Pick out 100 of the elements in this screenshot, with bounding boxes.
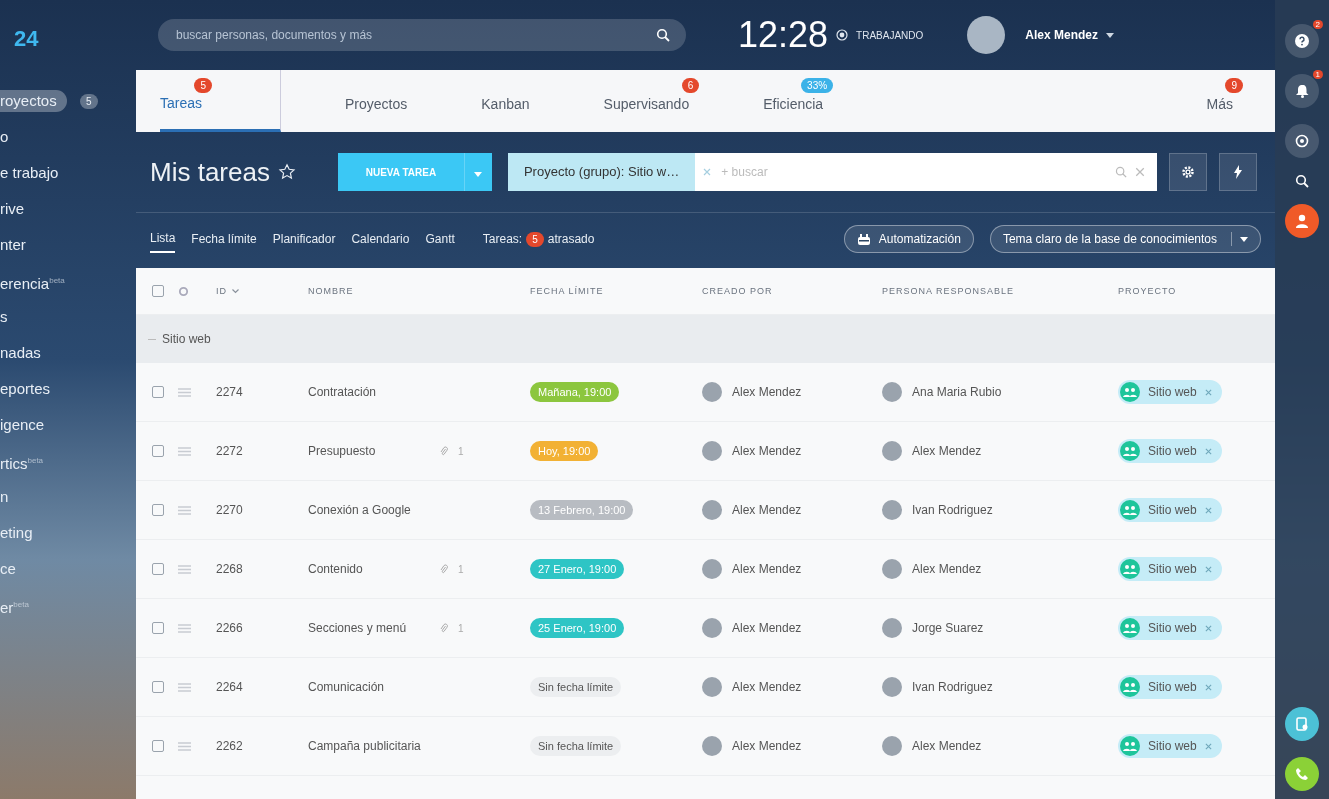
sidebar-item[interactable]: nter xyxy=(0,234,26,256)
close-icon[interactable] xyxy=(1204,565,1212,573)
view-tab[interactable]: Gantt xyxy=(425,226,455,252)
group-header[interactable]: Sitio web xyxy=(136,315,1275,363)
task-name[interactable]: Conexión a Google xyxy=(308,503,430,517)
column-header[interactable]: ID xyxy=(216,286,227,296)
view-tab[interactable]: Fecha límite xyxy=(191,226,257,252)
deadline-badge[interactable]: Sin fecha límite xyxy=(530,677,622,697)
column-header[interactable]: NOMBRE xyxy=(308,286,530,296)
checkbox[interactable] xyxy=(152,386,164,398)
checkbox[interactable] xyxy=(152,445,164,457)
checkbox[interactable] xyxy=(152,504,164,516)
user-avatar[interactable] xyxy=(967,16,1006,54)
project-tag[interactable]: Sitio web xyxy=(1118,616,1222,640)
person-name[interactable]: Jorge Suarez xyxy=(912,621,984,635)
phone-button[interactable] xyxy=(1285,757,1319,791)
close-icon[interactable] xyxy=(1204,388,1212,396)
project-tag[interactable]: Sitio web xyxy=(1118,498,1222,522)
lightning-button[interactable] xyxy=(1219,153,1257,191)
task-name[interactable]: Contenido xyxy=(308,562,430,576)
task-name[interactable]: Comunicación xyxy=(308,680,430,694)
person-name[interactable]: Ivan Rodriguez xyxy=(912,680,993,694)
sidebar-item[interactable]: igence xyxy=(0,414,45,436)
project-tag[interactable]: Sitio web xyxy=(1118,439,1222,463)
task-name[interactable]: Presupuesto xyxy=(308,444,430,458)
tab[interactable]: Proyectos xyxy=(345,70,418,132)
column-header[interactable]: FECHA LÍMITE xyxy=(530,286,702,296)
close-icon[interactable] xyxy=(1204,447,1212,455)
close-icon[interactable] xyxy=(1204,683,1212,691)
column-header[interactable]: PROYECTO xyxy=(1118,286,1275,296)
star-icon[interactable] xyxy=(277,163,296,181)
view-tab[interactable]: Calendario xyxy=(351,226,410,252)
view-tab[interactable]: Planificador xyxy=(272,226,336,252)
sidebar-item[interactable]: o xyxy=(0,126,9,148)
count-badge[interactable]: 5 xyxy=(526,231,544,247)
chat-button[interactable] xyxy=(1285,124,1319,158)
checkbox[interactable] xyxy=(152,681,164,693)
tab[interactable]: Supervisando 6 xyxy=(603,70,700,132)
sidebar-item[interactable]: eportes xyxy=(0,378,51,400)
person-name[interactable]: Alex Mendez xyxy=(732,562,802,576)
column-header[interactable]: CREADO POR xyxy=(702,286,882,296)
sidebar-item[interactable]: erencia$^{beta}$ xyxy=(0,270,65,292)
task-name[interactable]: Secciones y menú xyxy=(308,621,430,635)
person-name[interactable]: Alex Mendez xyxy=(912,444,982,458)
person-name[interactable]: Alex Mendez xyxy=(732,385,802,399)
person-name[interactable]: Alex Mendez xyxy=(732,444,802,458)
column-header[interactable]: PERSONA RESPONSABLE xyxy=(882,286,1118,296)
checkbox[interactable] xyxy=(152,740,164,752)
person-name[interactable]: Alex Mendez xyxy=(732,503,802,517)
person-name[interactable]: Alex Mendez xyxy=(912,562,982,576)
sidebar-item[interactable]: royectos xyxy=(0,90,67,112)
caret-icon[interactable] xyxy=(1106,32,1114,38)
person-name[interactable]: Ivan Rodriguez xyxy=(912,503,993,517)
close-icon[interactable] xyxy=(1204,506,1212,514)
close-icon[interactable] xyxy=(1204,742,1212,750)
task-name[interactable]: Contratación xyxy=(308,385,430,399)
project-tag[interactable]: Sitio web xyxy=(1118,380,1222,404)
person-name[interactable]: Ana Maria Rubio xyxy=(912,385,1002,399)
user-name[interactable]: Alex Mendez xyxy=(1025,28,1098,42)
tab[interactable]: Kanban xyxy=(481,70,540,132)
person-name[interactable]: Alex Mendez xyxy=(912,739,982,753)
menu-icon[interactable] xyxy=(178,741,191,751)
checkbox[interactable] xyxy=(152,285,164,297)
checkbox[interactable] xyxy=(152,563,164,575)
sidebar-item[interactable]: s xyxy=(0,306,8,328)
search-icon[interactable] xyxy=(1295,174,1309,188)
theme-button[interactable]: Tema claro de la base de conocimientos xyxy=(989,225,1261,253)
project-tag[interactable]: Sitio web xyxy=(1118,734,1222,758)
filter-field[interactable]: Proyecto (grupo): Sitio w… + buscar xyxy=(507,153,1157,191)
close-icon[interactable] xyxy=(703,168,712,176)
menu-icon[interactable] xyxy=(178,505,191,515)
menu-icon[interactable] xyxy=(178,564,191,574)
tab[interactable]: Eficiencia 33% xyxy=(763,70,834,132)
counter-label[interactable]: atrasado xyxy=(547,232,595,246)
menu-icon[interactable] xyxy=(178,387,191,397)
work-status[interactable]: TRABAJANDO xyxy=(856,29,924,41)
automation-button[interactable]: Automatización xyxy=(843,225,974,253)
sidebar-item[interactable]: rtics$^{beta}$ xyxy=(0,450,44,472)
person-name[interactable]: Alex Mendez xyxy=(732,739,802,753)
close-icon[interactable] xyxy=(1135,167,1145,177)
menu-icon[interactable] xyxy=(178,623,191,633)
deadline-badge[interactable]: Sin fecha límite xyxy=(530,736,622,756)
project-tag[interactable]: Sitio web xyxy=(1118,557,1222,581)
sidebar-item[interactable]: e trabajo xyxy=(0,162,59,184)
view-tab[interactable]: Lista xyxy=(150,225,176,253)
tab[interactable]: Más 9 xyxy=(1206,70,1243,132)
filter-chip[interactable]: Proyecto (grupo): Sitio w… xyxy=(507,153,696,191)
person-name[interactable]: Alex Mendez xyxy=(732,621,802,635)
checkbox[interactable] xyxy=(152,622,164,634)
settings-button[interactable] xyxy=(1169,153,1207,191)
close-icon[interactable] xyxy=(1204,624,1212,632)
sidebar-item[interactable]: rive xyxy=(0,198,25,220)
sidebar-item[interactable]: nadas xyxy=(0,342,41,364)
document-button[interactable] xyxy=(1285,707,1319,741)
task-name[interactable]: Campaña publicitaria xyxy=(308,739,430,753)
menu-icon[interactable] xyxy=(178,682,191,692)
sidebar-item[interactable]: n xyxy=(0,486,9,508)
menu-icon[interactable] xyxy=(178,446,191,456)
project-tag[interactable]: Sitio web xyxy=(1118,675,1222,699)
tab[interactable]: Tareas 5 xyxy=(160,70,282,132)
